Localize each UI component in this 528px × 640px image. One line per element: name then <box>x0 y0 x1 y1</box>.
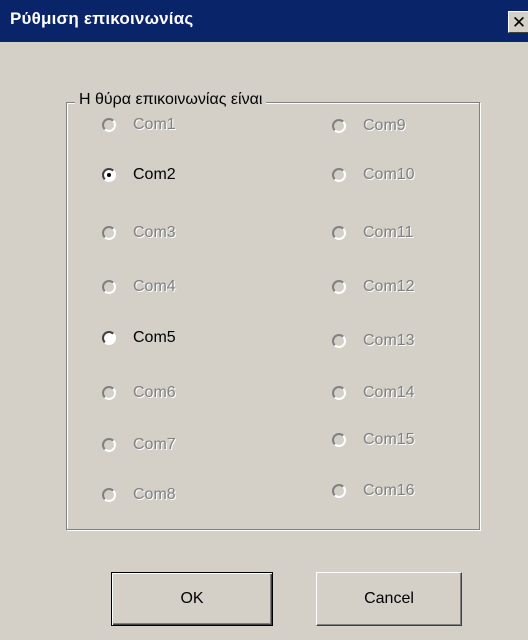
radio-com7[interactable]: Com7 <box>102 432 176 458</box>
radio-com14[interactable]: Com14 <box>332 380 415 406</box>
radio-com13[interactable]: Com13 <box>332 328 415 354</box>
radio-com5[interactable]: Com5 <box>102 325 176 351</box>
cancel-button[interactable]: Cancel <box>316 572 462 626</box>
radio-circle <box>332 168 346 182</box>
window-title: Ρύθμιση επικοινωνίας <box>10 9 194 28</box>
cancel-button-label: Cancel <box>364 590 414 607</box>
radio-circle <box>332 226 346 240</box>
radio-label: Com1 <box>133 116 176 133</box>
radio-com12[interactable]: Com12 <box>332 274 415 300</box>
radio-com15[interactable]: Com15 <box>332 427 415 453</box>
radio-com16[interactable]: Com16 <box>332 478 415 504</box>
radio-label: Com11 <box>363 224 414 241</box>
radio-circle <box>332 386 346 400</box>
title-bar[interactable]: Ρύθμιση επικοινωνίας <box>0 0 528 42</box>
radio-label: Com4 <box>133 278 176 295</box>
radio-label: Com8 <box>133 486 176 503</box>
radio-label: Com2 <box>133 166 176 183</box>
radio-circle <box>332 484 346 498</box>
radio-circle <box>332 119 346 133</box>
radio-circle <box>332 433 346 447</box>
radio-label: Com13 <box>363 332 415 349</box>
radio-com11[interactable]: Com11 <box>332 220 413 246</box>
radio-com1[interactable]: Com1 <box>102 112 176 138</box>
radio-circle <box>102 331 116 345</box>
radio-label: Com14 <box>363 384 415 401</box>
radio-circle <box>332 334 346 348</box>
radio-circle <box>102 438 116 452</box>
radio-circle <box>102 226 116 240</box>
port-group-label: Η θύρα επικοινωνίας είναι <box>75 91 267 109</box>
radio-com2[interactable]: Com2 <box>102 162 176 188</box>
radio-circle <box>102 168 116 182</box>
radio-label: Com16 <box>363 482 415 499</box>
radio-label: Com6 <box>133 384 176 401</box>
radio-label: Com9 <box>363 117 406 134</box>
radio-circle <box>102 386 116 400</box>
radio-com4[interactable]: Com4 <box>102 274 176 300</box>
radio-label: Com5 <box>133 329 176 346</box>
radio-label: Com10 <box>363 166 415 183</box>
radio-label: Com15 <box>363 431 415 448</box>
radio-com9[interactable]: Com9 <box>332 113 406 139</box>
radio-com3[interactable]: Com3 <box>102 220 176 246</box>
radio-com8[interactable]: Com8 <box>102 482 176 508</box>
close-icon: ✕ <box>511 12 527 32</box>
ok-button[interactable]: OK <box>111 572 273 626</box>
radio-circle <box>102 488 116 502</box>
radio-label: Com12 <box>363 278 415 295</box>
radio-label: Com3 <box>133 224 176 241</box>
radio-label: Com7 <box>133 436 176 453</box>
radio-com10[interactable]: Com10 <box>332 162 415 188</box>
close-button[interactable]: ✕ <box>508 11 528 33</box>
radio-com6[interactable]: Com6 <box>102 380 176 406</box>
radio-circle <box>102 280 116 294</box>
radio-circle <box>102 118 116 132</box>
ok-button-label: OK <box>180 590 204 607</box>
radio-circle <box>332 280 346 294</box>
